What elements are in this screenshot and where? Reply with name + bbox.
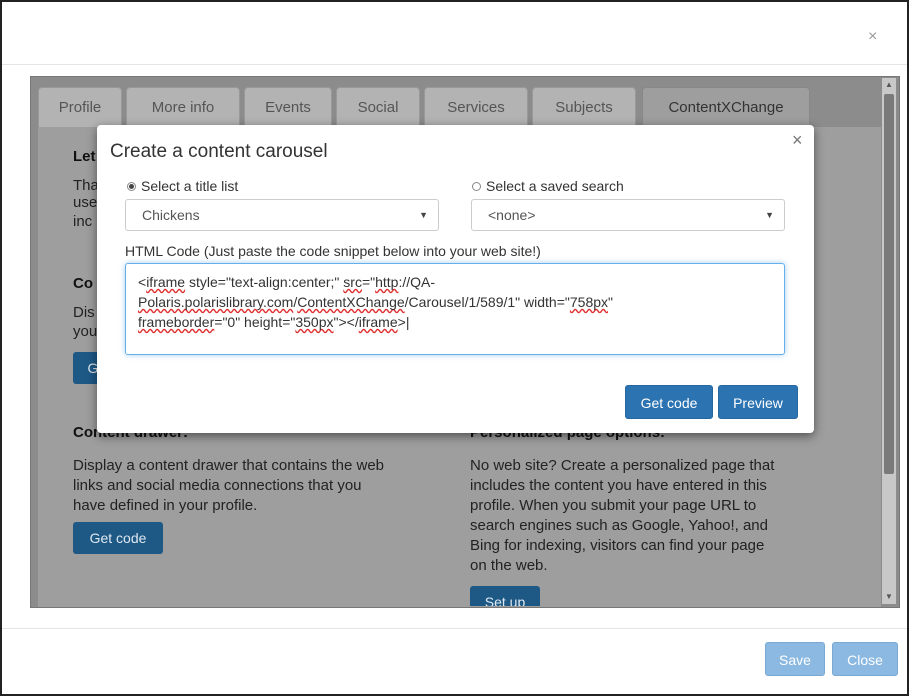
radio-title-list[interactable]: Select a title list [127,178,238,194]
footer-divider [2,628,907,629]
tab-more-info[interactable]: More info [126,87,240,127]
saved-search-value: <none> [488,207,536,223]
content-drawer-text-3: have defined in your profile. [73,497,258,514]
dialog-close-icon[interactable]: × [868,28,877,46]
partial-text-1b: use [73,194,98,211]
title-list-value: Chickens [142,207,200,223]
radio-saved-search-label: Select a saved search [486,178,624,194]
personalized-text-4: search engines such as Google, Yahoo!, a… [470,517,768,534]
content-drawer-text-2: links and social media connections that … [73,477,362,494]
radio-unchecked-icon[interactable] [472,181,481,191]
radio-title-list-label: Select a title list [141,178,239,194]
modal-preview-button[interactable]: Preview [718,385,798,419]
header-divider [2,64,907,65]
scroll-up-icon[interactable]: ▲ [882,78,896,92]
partial-heading-2: Co [73,275,93,292]
panel-scrollbar[interactable]: ▲ ▼ [882,78,896,604]
html-code-textarea[interactable]: <iframe style="text-align:center;" src="… [125,263,785,355]
modal-get-code-button[interactable]: Get code [625,385,713,419]
modal-close-icon[interactable]: × [792,130,803,151]
saved-search-select[interactable]: <none> ▼ [471,199,785,231]
scroll-down-icon[interactable]: ▼ [882,590,896,604]
partial-text-2b: you [73,323,98,340]
tab-social[interactable]: Social [336,87,420,127]
radio-saved-search[interactable]: Select a saved search [472,178,624,194]
scroll-thumb[interactable] [884,94,894,474]
tab-events[interactable]: Events [244,87,332,127]
tab-subjects[interactable]: Subjects [532,87,636,127]
personalized-text-5: Bing for indexing, visitors can find you… [470,537,765,554]
close-button[interactable]: Close [832,642,898,676]
modal-title: Create a content carousel [110,141,328,162]
save-button[interactable]: Save [765,642,825,676]
partial-heading-1: Let [73,148,96,165]
html-code-label: HTML Code (Just paste the code snippet b… [125,243,541,259]
chevron-down-icon: ▼ [765,210,774,220]
radio-checked-icon[interactable] [127,181,136,191]
content-drawer-text-1: Display a content drawer that contains t… [73,457,385,474]
tab-profile[interactable]: Profile [38,87,122,127]
personalized-text-6: on the web. [470,557,548,574]
tab-contentxchange[interactable]: ContentXChange [642,87,810,127]
personalized-text-3: profile. When you submit your page URL t… [470,497,757,514]
partial-text-2a: Dis [73,304,95,321]
chevron-down-icon: ▼ [419,210,428,220]
content-drawer-get-code-button[interactable]: Get code [73,522,163,554]
content-carousel-modal: Create a content carousel × Select a tit… [97,125,814,433]
title-list-select[interactable]: Chickens ▼ [125,199,439,231]
personalized-text-2: includes the content you have entered in… [470,477,767,494]
partial-text-1c: inc [73,213,93,230]
personalized-text-1: No web site? Create a personalized page … [470,457,775,474]
personalized-set-up-button[interactable]: Set up [470,586,540,606]
tab-services[interactable]: Services [424,87,528,127]
